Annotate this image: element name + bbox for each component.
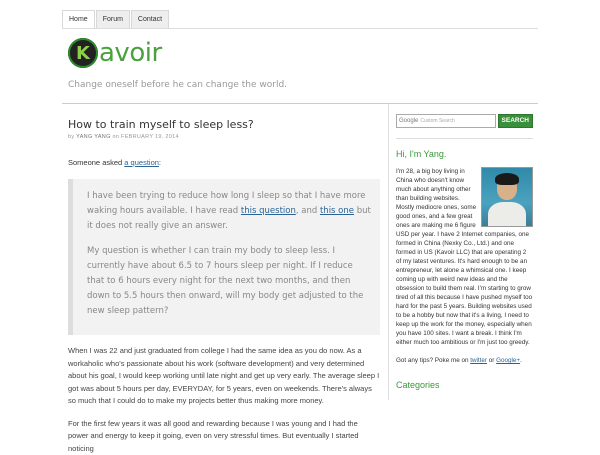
google-plus-link[interactable]: Google+ [496,357,520,364]
this-question-link[interactable]: this question [241,206,296,216]
site-tagline: Change oneself before he can change the … [68,80,287,90]
twitter-link[interactable]: twitter [470,357,487,364]
logo-letter: K [76,43,90,64]
search-placeholder: Custom Search [420,118,454,124]
bio-section: I'm 28, a big boy living in China who do… [396,167,533,347]
search-button[interactable]: SEARCH [498,114,533,128]
logo-wordmark: avoir [99,38,162,68]
post-meta: by YANG YANG on FEBRUARY 19, 2014 [68,134,380,140]
tips-text: Got any tips? Poke me on [396,357,468,364]
categories-heading: Categories [396,380,533,390]
sidebar-separator [396,138,533,139]
tips-end: . [520,357,522,364]
top-nav: Home Forum Contact [62,10,170,29]
lead-text: Someone asked [68,158,122,167]
tips-or: or [489,357,495,364]
author-photo [481,167,533,227]
tab-contact[interactable]: Contact [131,10,169,29]
sidebar-greeting: Hi, I'm Yang. [396,149,533,159]
lead-end: : [159,158,161,167]
body-paragraph-1: When I was 22 and just graduated from co… [68,345,380,408]
body-paragraph-2: For the first few years it was all good … [68,418,380,455]
tab-forum[interactable]: Forum [96,10,130,29]
logo-badge-icon: K [68,38,98,68]
sidebar-divider [388,104,389,400]
tab-home[interactable]: Home [62,10,95,29]
this-one-link[interactable]: this one [320,206,354,216]
tips-line: Got any tips? Poke me on twitter or Goog… [396,357,533,364]
meta-on: on [112,134,119,140]
quote1-text-b: , and [296,206,317,216]
lead-paragraph: Someone asked a question: [68,158,380,167]
post-author: YANG YANG [76,134,111,140]
google-logo: Google [399,118,418,124]
header-divider [62,103,538,104]
sidebar: Google Custom Search SEARCH Hi, I'm Yang… [396,114,533,390]
post-title[interactable]: How to train myself to sleep less? [68,118,380,131]
search-input[interactable]: Google Custom Search [396,114,496,128]
quote-paragraph-1: I have been trying to reduce how long I … [87,189,372,234]
main-content: How to train myself to sleep less? by YA… [68,118,380,455]
top-divider [62,28,538,29]
question-link[interactable]: a question [124,158,159,167]
post-date: FEBRUARY 19, 2014 [121,134,179,140]
blockquote: I have been trying to reduce how long I … [68,179,380,335]
site-logo[interactable]: K avoir [68,38,162,68]
search-form: Google Custom Search SEARCH [396,114,533,128]
quote-paragraph-2: My question is whether I can train my bo… [87,244,372,319]
meta-by: by [68,134,74,140]
